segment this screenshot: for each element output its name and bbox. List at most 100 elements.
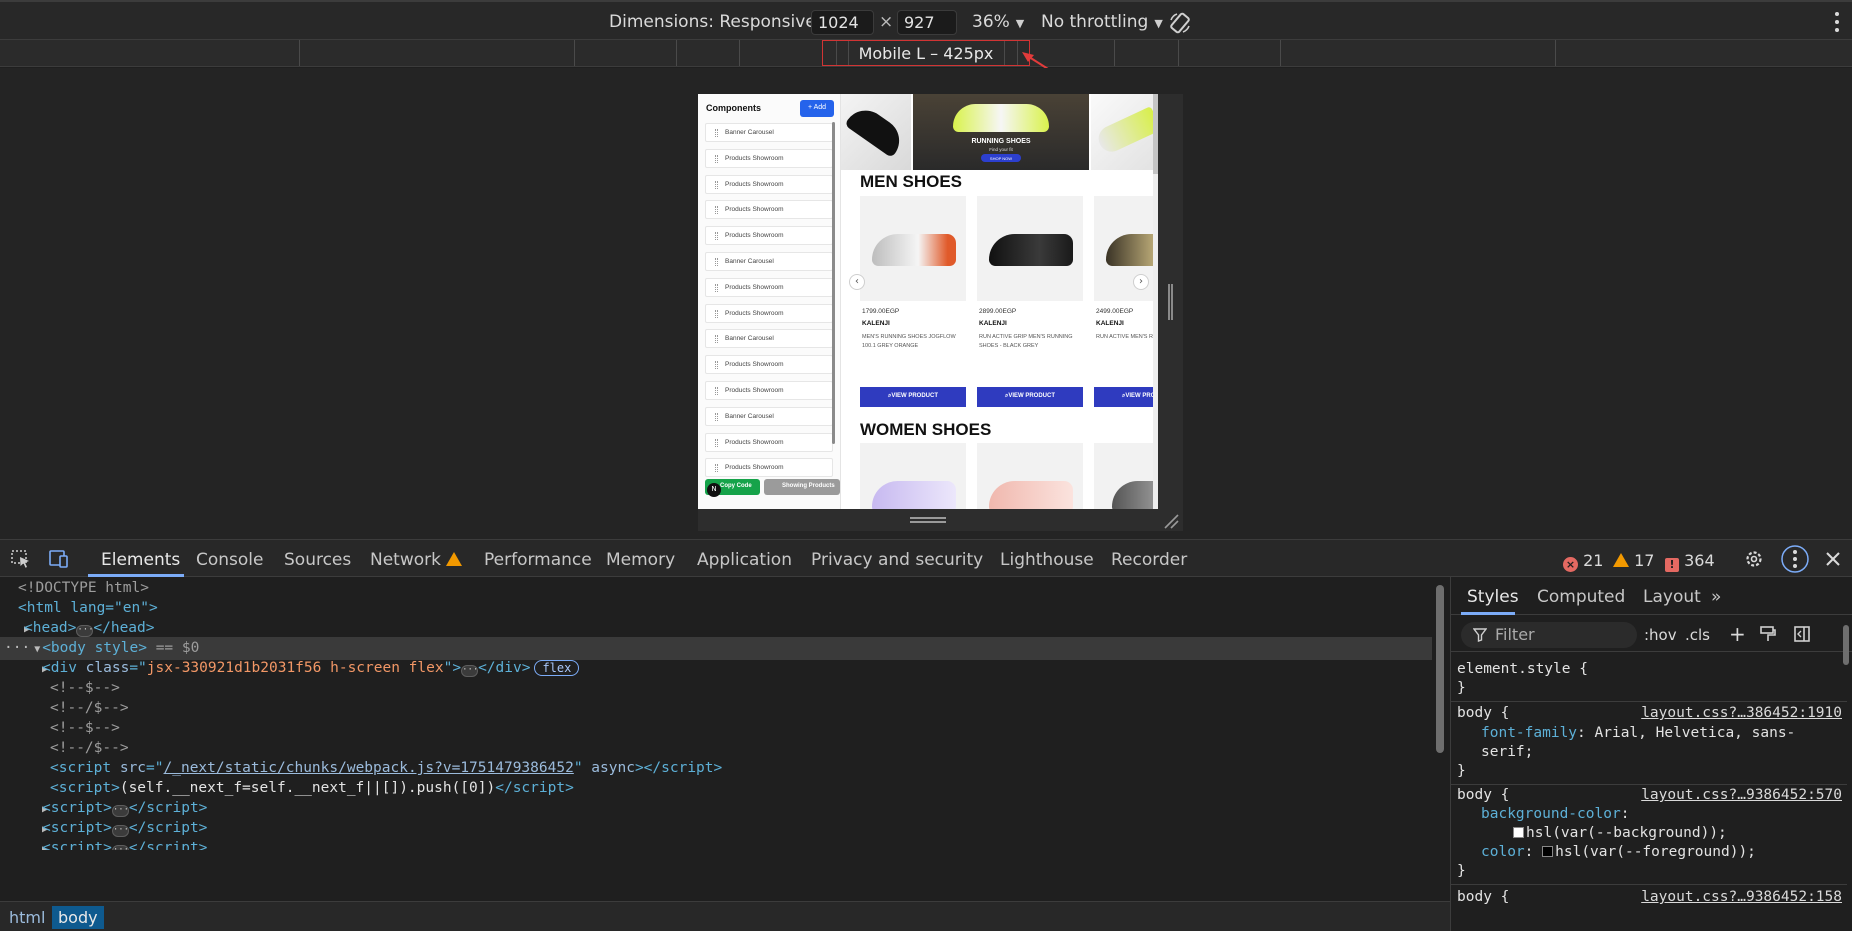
drag-handle-icon[interactable]: [715, 180, 718, 189]
ellipsis-icon[interactable]: ···: [111, 845, 129, 850]
drag-handle-icon[interactable]: [715, 154, 718, 163]
styles-filter-input[interactable]: Filter: [1461, 622, 1637, 648]
product-image[interactable]: [860, 196, 966, 301]
view-product-button[interactable]: ⌕VIEW PRODUCT: [977, 387, 1083, 407]
view-product-button[interactable]: ⌕VIEW PRODUCT: [860, 387, 966, 407]
style-property[interactable]: color: hsl(var(--foreground));: [1481, 844, 1756, 860]
new-rule-icon[interactable]: +: [1729, 622, 1746, 646]
tab-sources[interactable]: Sources: [284, 550, 351, 570]
expand-icon[interactable]: ▶: [0, 804, 48, 815]
zoom-dropdown[interactable]: 36% ▼: [972, 12, 1024, 32]
ellipsis-icon[interactable]: ···: [111, 805, 129, 817]
error-count[interactable]: × 21: [1563, 551, 1603, 572]
component-item[interactable]: Banner Carousel: [705, 123, 833, 142]
component-item[interactable]: Products Showroom: [705, 200, 833, 220]
more-icon[interactable]: ···: [0, 640, 30, 656]
mq-tick[interactable]: [299, 40, 300, 66]
more-options-icon[interactable]: [1834, 11, 1840, 33]
mq-tick[interactable]: [1114, 40, 1115, 66]
breadcrumb-body[interactable]: body: [52, 906, 104, 929]
resize-corner-icon[interactable]: [1163, 513, 1179, 529]
tab-privacy-and-security[interactable]: Privacy and security: [811, 550, 983, 570]
element-style-rule[interactable]: element.style {: [1457, 661, 1588, 677]
inspect-element-icon[interactable]: [10, 549, 32, 569]
drag-handle-icon[interactable]: [715, 438, 718, 447]
rule-source-link[interactable]: layout.css?…386452:1910: [1641, 705, 1842, 721]
script-src-link[interactable]: /_next/static/chunks/webpack.js?v=175147…: [164, 760, 574, 776]
ellipsis-icon[interactable]: ···: [461, 665, 478, 677]
mq-tick[interactable]: [1280, 40, 1281, 66]
banner-carousel[interactable]: RUNNING SHOES Find your fit SHOP NOW: [841, 94, 1158, 170]
flex-badge[interactable]: flex: [534, 660, 580, 676]
class-toggle[interactable]: .cls: [1685, 626, 1710, 644]
mq-tick[interactable]: [574, 40, 575, 66]
resize-handle-bottom[interactable]: [698, 509, 1183, 531]
showing-products-button[interactable]: Showing Products: [764, 479, 840, 495]
component-item[interactable]: Banner Carousel: [705, 252, 833, 271]
throttling-dropdown[interactable]: No throttling ▼: [1041, 12, 1163, 32]
paint-roller-icon[interactable]: [1759, 625, 1777, 643]
mq-tick[interactable]: [1555, 40, 1556, 66]
ellipsis-icon[interactable]: ···: [111, 825, 129, 837]
collapse-icon[interactable]: ▼: [30, 644, 42, 655]
component-item[interactable]: Products Showroom: [705, 355, 833, 375]
width-input[interactable]: 1024: [811, 10, 874, 35]
component-item[interactable]: Products Showroom: [705, 148, 833, 168]
rule-selector[interactable]: body {: [1457, 889, 1509, 905]
tab-layout[interactable]: Layout: [1643, 587, 1701, 607]
tab-lighthouse[interactable]: Lighthouse: [1000, 550, 1094, 570]
close-icon[interactable]: [1822, 549, 1844, 569]
component-item[interactable]: Products Showroom: [705, 303, 833, 323]
next-logo-badge[interactable]: N: [707, 483, 721, 497]
issues-count[interactable]: ! 364: [1665, 551, 1715, 572]
rule-source-link[interactable]: layout.css?…9386452:158: [1641, 889, 1842, 905]
component-item[interactable]: Products Showroom: [705, 226, 833, 246]
drag-handle-icon[interactable]: [715, 309, 718, 318]
component-item[interactable]: Products Showroom: [705, 174, 833, 194]
expand-icon[interactable]: ▶: [0, 664, 48, 675]
style-value[interactable]: hsl(var(--background));: [1513, 825, 1727, 841]
drag-handle-icon[interactable]: [715, 129, 718, 137]
media-query-mobile-l[interactable]: Mobile L – 425px: [822, 40, 1030, 66]
expand-icon[interactable]: ▶: [0, 624, 30, 635]
mq-tick[interactable]: [1178, 40, 1179, 66]
tab-memory[interactable]: Memory: [606, 550, 675, 570]
add-component-button[interactable]: + Add: [800, 100, 834, 117]
customize-menu-icon[interactable]: [1780, 544, 1810, 574]
toggle-sidebar-icon[interactable]: [1793, 625, 1811, 643]
carousel-next-button[interactable]: ›: [1133, 274, 1149, 290]
sidebar-scrollbar[interactable]: [832, 122, 835, 444]
tab-styles[interactable]: Styles: [1467, 587, 1519, 607]
tab-computed[interactable]: Computed: [1537, 587, 1625, 607]
product-image[interactable]: [977, 196, 1083, 301]
hover-state-toggle[interactable]: :hov: [1644, 626, 1677, 644]
shop-now-button[interactable]: SHOP NOW: [981, 154, 1021, 162]
tab-console[interactable]: Console: [196, 550, 264, 570]
resize-handle-right[interactable]: [1158, 94, 1183, 509]
component-item[interactable]: Products Showroom: [705, 277, 833, 297]
tab-performance[interactable]: Performance: [484, 550, 592, 570]
more-tabs-icon[interactable]: »: [1711, 587, 1721, 607]
settings-gear-icon[interactable]: [1743, 549, 1765, 569]
component-item[interactable]: Banner Carousel: [705, 329, 833, 349]
mq-tick[interactable]: [676, 40, 677, 66]
height-input[interactable]: 927: [897, 10, 957, 35]
warning-count[interactable]: 17: [1613, 551, 1654, 570]
tab-application[interactable]: Application: [697, 550, 792, 570]
mq-tick[interactable]: [739, 40, 740, 66]
style-property[interactable]: font-family: Arial, Helvetica, sans-seri…: [1481, 724, 1841, 762]
drag-handle-icon[interactable]: [715, 283, 718, 292]
breadcrumb-html[interactable]: html: [3, 906, 51, 929]
drag-handle-icon[interactable]: [715, 464, 718, 473]
color-swatch[interactable]: [1513, 827, 1524, 838]
tab-network[interactable]: Network: [370, 550, 462, 570]
component-item[interactable]: Banner Carousel: [705, 406, 833, 426]
carousel-prev-button[interactable]: ‹: [849, 274, 865, 290]
tab-elements[interactable]: Elements: [101, 550, 180, 570]
dimensions-dropdown[interactable]: Dimensions: Responsive▼: [609, 12, 830, 32]
rule-selector[interactable]: body {: [1457, 787, 1509, 803]
ellipsis-icon[interactable]: ···: [76, 625, 94, 637]
drag-handle-icon[interactable]: [715, 258, 718, 266]
drag-handle-icon[interactable]: [715, 361, 718, 370]
rule-source-link[interactable]: layout.css?…9386452:570: [1641, 787, 1842, 803]
